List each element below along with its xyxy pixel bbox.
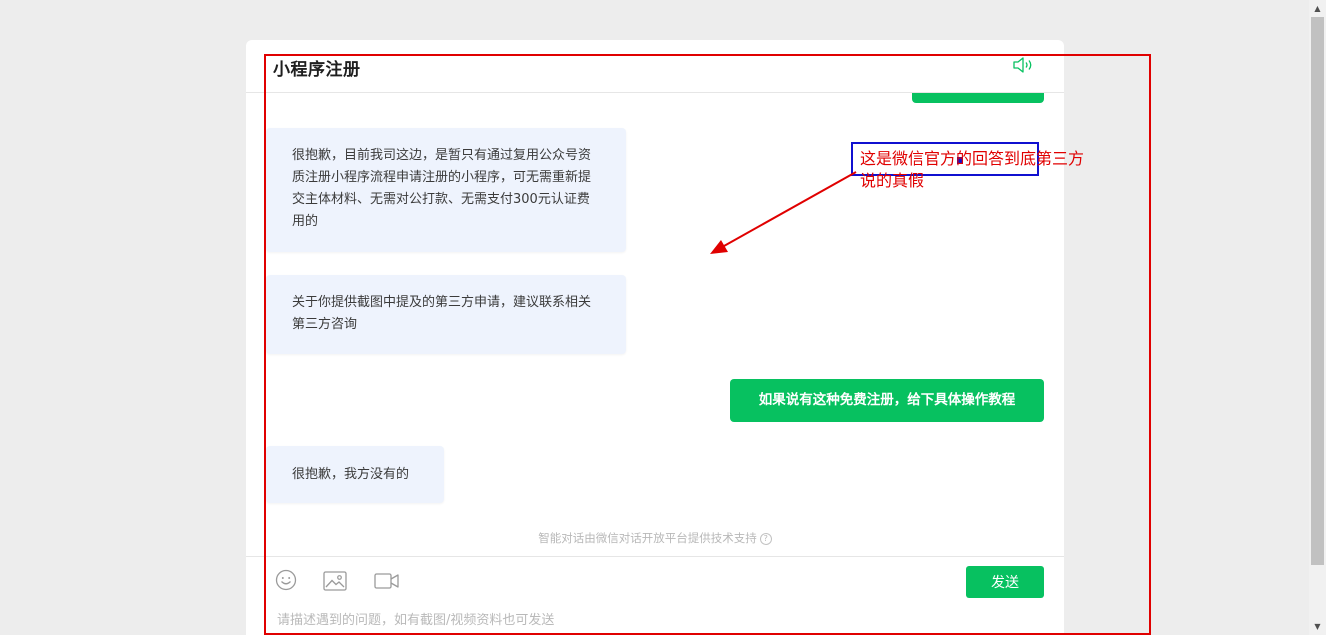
scroll-up-arrow-icon[interactable]: ▲ (1309, 0, 1326, 17)
scrollbar[interactable]: ▲ ▼ (1309, 0, 1326, 635)
scrollbar-thumb[interactable] (1311, 17, 1324, 565)
scroll-down-arrow-icon[interactable]: ▼ (1309, 618, 1326, 635)
annotation-text: 这是微信官方的回答到底第三方说的真假 (860, 149, 1085, 190)
page: 小程序注册 很抱歉，目前我司这边，是暂只有通过复用公众号资质注册小程序流程申请注… (0, 0, 1326, 635)
